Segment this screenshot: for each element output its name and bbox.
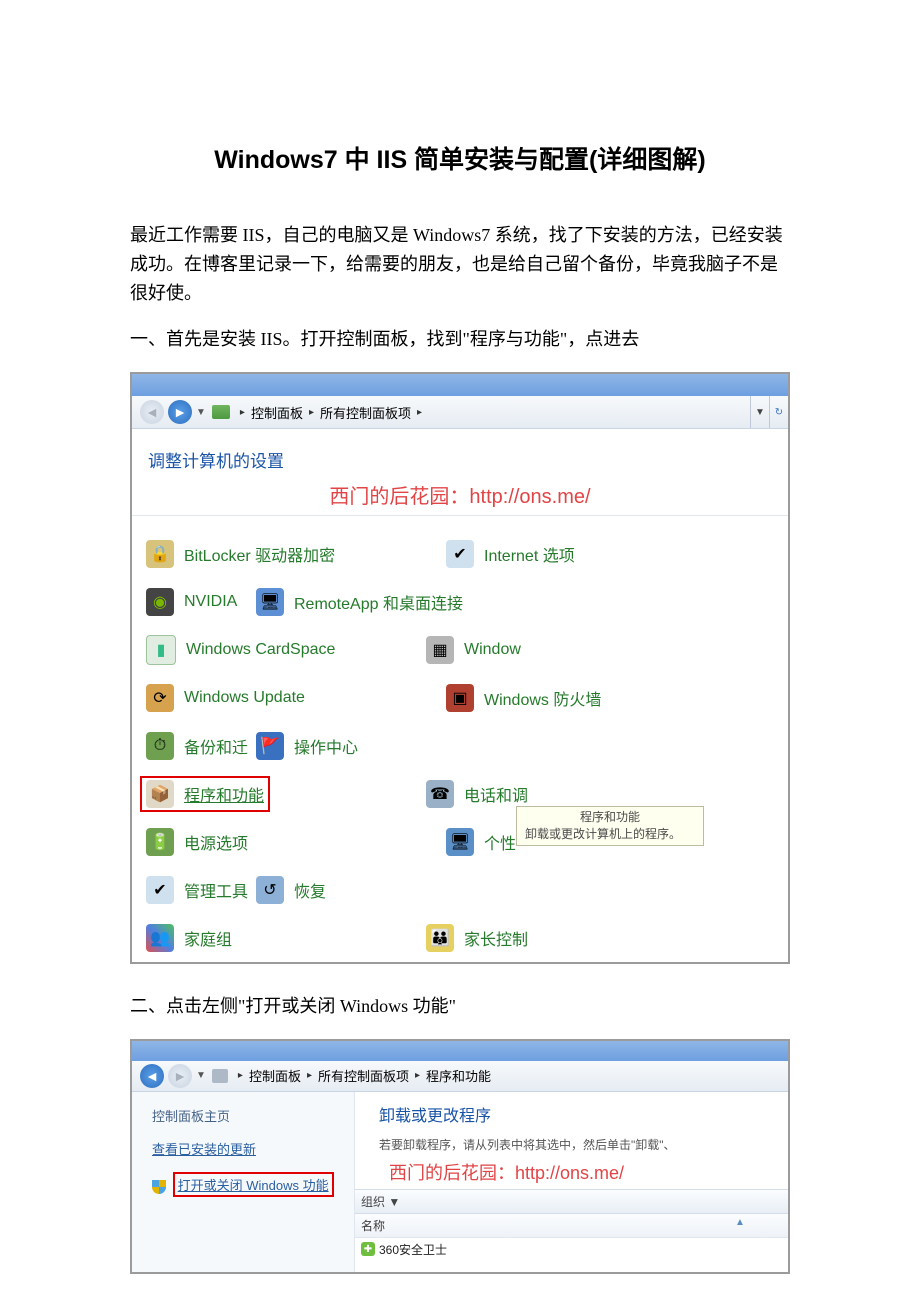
sidebar-home[interactable]: 控制面板主页 [152,1106,354,1125]
address-bar: ◄ ► ▼ ▸ 控制面板 ▸ 所有控制面板项 ▸ 程序和功能 [132,1061,788,1092]
cp-item-personalize[interactable]: 🖥 个性 程序和功能 卸载或更改计算机上的程序。 [446,818,726,866]
control-panel-grid: 🔒 BitLocker 驱动器加密 ✔ Internet 选项 ◉ NVIDIA… [132,530,788,962]
windowsupdate-icon: ⟳ [146,684,174,712]
breadcrumb-item[interactable]: 控制面板 [249,1066,301,1085]
homegroup-icon: 👥 [146,924,174,952]
cp-item-bitlocker[interactable]: 🔒 BitLocker 驱动器加密 [146,530,446,578]
cardspace-icon: ▮ [146,635,176,665]
screenshot-programs-features: ◄ ► ▼ ▸ 控制面板 ▸ 所有控制面板项 ▸ 程序和功能 控制面板主页 查看… [130,1039,790,1274]
actioncenter-icon: 🚩 [256,732,284,760]
nav-back-button[interactable]: ◄ [140,400,164,424]
nav-forward-button[interactable]: ► [168,1064,192,1088]
breadcrumb-item[interactable]: 程序和功能 [426,1066,491,1085]
sidebar-windows-features[interactable]: 打开或关闭 Windows 功能 [152,1172,354,1211]
cp-item-winupdate[interactable]: ⟳ Windows Update [146,674,446,722]
chevron-right-icon: ▸ [417,407,422,418]
bitlocker-icon: 🔒 [146,540,174,568]
shield-icon [152,1180,166,1194]
watermark-text: 西门的后花园：http://ons.me/ [389,1159,788,1185]
backup-icon: ⏱ [146,732,174,760]
cp-item-firewall[interactable]: ▣ Windows 防火墙 [446,674,726,722]
cp-item-backup[interactable]: ⏱ 备份和迁 [146,722,256,770]
grid-icon: ▦ [426,636,454,664]
nav-history-dropdown[interactable]: ▼ [196,1070,206,1081]
window-titlebar [132,374,788,396]
breadcrumb-item[interactable]: 控制面板 [251,403,303,422]
refresh-icon[interactable]: ↻ [769,396,788,428]
address-bar: ◄ ► ▼ ▸ 控制面板 ▸ 所有控制面板项 ▸ ▼ ↻ [132,396,788,429]
list-item[interactable]: ✚ 360安全卫士 [355,1238,788,1259]
cp-item-nvidia[interactable]: ◉ NVIDIA [146,578,256,626]
cp-item-programs[interactable]: 📦 程序和功能 [146,770,426,818]
chevron-right-icon: ▸ [238,1070,243,1081]
remoteapp-icon: 🖥 [256,588,284,616]
cp-item-power[interactable]: 🔋 电源选项 [146,818,446,866]
cp-item-recovery[interactable]: ↺ 恢复 [256,866,556,914]
internet-icon: ✔ [446,540,474,568]
cp-item-admintools[interactable]: ✔ 管理工具 [146,866,256,914]
programs-icon: 📦 [146,780,174,808]
breadcrumb: ▸ 控制面板 ▸ 所有控制面板项 ▸ [212,403,428,422]
main-subtitle: 若要卸载程序，请从列表中将其选中，然后单击"卸载"、 [379,1136,788,1153]
sidebar: 控制面板主页 查看已安装的更新 打开或关闭 Windows 功能 [132,1092,354,1272]
cp-item-internet[interactable]: ✔ Internet 选项 [446,530,726,578]
chevron-right-icon: ▸ [415,1070,420,1081]
cp-item-homegroup[interactable]: 👥 家庭组 [146,914,426,962]
programs-icon [212,1069,228,1083]
chevron-right-icon: ▸ [307,1070,312,1081]
chevron-right-icon: ▸ [240,407,245,418]
nav-history-dropdown[interactable]: ▼ [196,407,206,418]
screenshot-control-panel: ◄ ► ▼ ▸ 控制面板 ▸ 所有控制面板项 ▸ ▼ ↻ 调整计算机的设置 西门… [130,372,790,964]
programs-tooltip: 程序和功能 卸载或更改计算机上的程序。 [516,806,704,846]
address-dropdown[interactable]: ▼ [750,396,769,428]
power-icon: 🔋 [146,828,174,856]
nav-back-button[interactable]: ◄ [140,1064,164,1088]
organize-toolbar[interactable]: 组织 ▼ [355,1189,788,1214]
recovery-icon: ↺ [256,876,284,904]
breadcrumb-item[interactable]: 所有控制面板项 [318,1066,409,1085]
cp-item-remoteapp[interactable]: 🖥 RemoteApp 和桌面连接 [256,578,556,626]
cp-item-cardspace[interactable]: ▮ Windows CardSpace [146,626,426,674]
list-header[interactable]: 名称 ▲ [355,1214,788,1238]
phone-icon: ☎ [426,780,454,808]
firewall-icon: ▣ [446,684,474,712]
window-titlebar [132,1041,788,1061]
app-icon: ✚ [361,1242,375,1256]
nvidia-icon: ◉ [146,588,174,616]
cp-item-windows[interactable]: ▦ Window [426,626,536,674]
breadcrumb-item[interactable]: 所有控制面板项 [320,403,411,422]
sidebar-view-updates[interactable]: 查看已安装的更新 [152,1139,354,1158]
step-2-heading: 二、点击左侧"打开或关闭 Windows 功能" [130,992,790,1021]
highlight-box: 📦 程序和功能 [140,776,270,812]
admintools-icon: ✔ [146,876,174,904]
sort-indicator-icon: ▲ [735,1217,745,1228]
panel-heading: 调整计算机的设置 [132,429,788,472]
main-title: 卸载或更改程序 [379,1102,788,1126]
step-1-heading: 一、首先是安装 IIS。打开控制面板，找到"程序与功能"，点进去 [130,325,790,354]
main-pane: 卸载或更改程序 若要卸载程序，请从列表中将其选中，然后单击"卸载"、 西门的后花… [354,1092,788,1272]
column-name: 名称 [361,1219,385,1233]
watermark-text: 西门的后花园：http://ons.me/ [132,480,788,516]
nav-forward-button[interactable]: ► [168,400,192,424]
control-panel-icon [212,405,230,419]
breadcrumb: ▸ 控制面板 ▸ 所有控制面板项 ▸ 程序和功能 [212,1066,491,1085]
intro-paragraph: 最近工作需要 IIS，自己的电脑又是 Windows7 系统，找了下安装的方法，… [130,221,790,307]
chevron-right-icon: ▸ [309,407,314,418]
cp-item-parental[interactable]: 👪 家长控制 [426,914,536,962]
document-title: Windows7 中 IIS 简单安装与配置(详细图解) [130,140,790,176]
personalize-icon: 🖥 [446,828,474,856]
parental-icon: 👪 [426,924,454,952]
cp-item-actioncenter[interactable]: 🚩 操作中心 [256,722,556,770]
